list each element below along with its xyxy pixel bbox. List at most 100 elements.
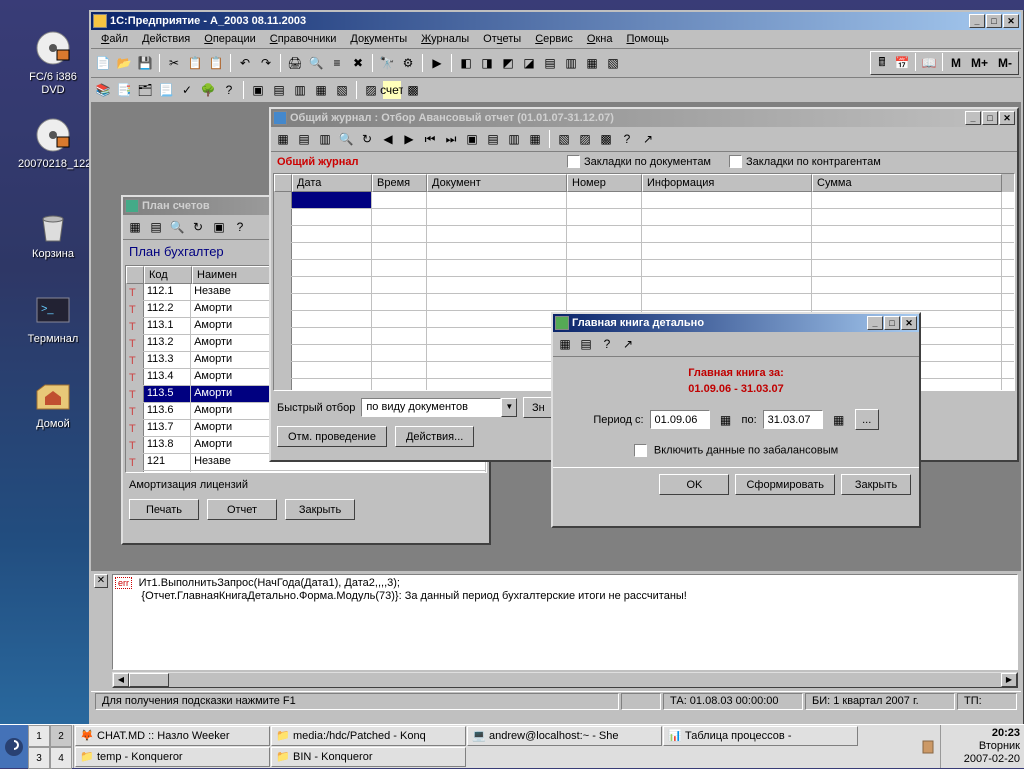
table-row[interactable]: Т121.1Незавершенное строительство: [126, 471, 486, 473]
tb2-a-icon[interactable]: ▣: [248, 80, 268, 100]
tb2-f-icon[interactable]: ▨: [361, 80, 381, 100]
jtb-help-icon[interactable]: ?: [617, 129, 637, 149]
tb2-h-icon[interactable]: ▩: [403, 80, 423, 100]
desktop-icon-screenshot[interactable]: 20070218_122959: [18, 115, 88, 171]
tb-delete-icon[interactable]: ✖: [348, 53, 368, 73]
book-ok-button[interactable]: OK: [659, 474, 729, 495]
close-button[interactable]: ✕: [1003, 14, 1019, 28]
book-titlebar[interactable]: Главная книга детально _ □ ✕: [553, 314, 919, 332]
jtb-first-icon[interactable]: ⏮: [420, 129, 440, 149]
table-row[interactable]: [274, 243, 1014, 260]
tb-print-icon[interactable]: 🖨: [285, 53, 305, 73]
menu-windows[interactable]: Окна: [581, 31, 619, 47]
tb-misc4-icon[interactable]: ◪: [519, 53, 539, 73]
period-browse-button[interactable]: ...: [855, 409, 879, 430]
tb-cut-icon[interactable]: ✂: [164, 53, 184, 73]
system-tray[interactable]: 20:23 Вторник 2007-02-20: [940, 725, 1024, 768]
tb2-e-icon[interactable]: ▧: [332, 80, 352, 100]
tb-preview-icon[interactable]: 🔍: [306, 53, 326, 73]
scroll-right-icon[interactable]: ▶: [1001, 673, 1017, 687]
close-button[interactable]: ✕: [999, 111, 1015, 125]
jtb-g-icon[interactable]: ▩: [596, 129, 616, 149]
plan-report-button[interactable]: Отчет: [207, 499, 277, 520]
menu-documents[interactable]: Документы: [344, 31, 413, 47]
tb-book-icon[interactable]: 📖: [919, 53, 939, 73]
menu-service[interactable]: Сервис: [529, 31, 579, 47]
period-from-input[interactable]: [650, 410, 710, 429]
plan-close-button[interactable]: Закрыть: [285, 499, 355, 520]
period-to-input[interactable]: [763, 410, 823, 429]
taskbar-task[interactable]: 📁BIN - Konqueror: [271, 747, 466, 767]
tb-calc-icon[interactable]: 🖩: [872, 53, 892, 73]
tb-memory-mplus[interactable]: M+: [966, 53, 993, 73]
maximize-button[interactable]: □: [982, 111, 998, 125]
tb2-tree-icon[interactable]: 🌳: [198, 80, 218, 100]
jtb-b-icon[interactable]: ▤: [483, 129, 503, 149]
desktop-icon-trash[interactable]: Корзина: [18, 205, 88, 261]
book-form-button[interactable]: Сформировать: [735, 474, 835, 495]
btb-help-icon[interactable]: ?: [597, 334, 617, 354]
jtb-d-icon[interactable]: ▦: [525, 129, 545, 149]
taskbar-task[interactable]: 💻andrew@localhost:~ - She: [467, 726, 662, 746]
clipboard-tray-icon[interactable]: [921, 739, 937, 755]
tb2-doc-icon[interactable]: 📃: [156, 80, 176, 100]
table-row[interactable]: [274, 192, 1014, 209]
table-row[interactable]: [274, 209, 1014, 226]
errorpanel-close-button[interactable]: ✕: [94, 574, 108, 588]
tb-undo-icon[interactable]: ↶: [235, 53, 255, 73]
error-panel[interactable]: err Ит1.ВыполнитьЗапрос(НачГода(Дата1), …: [112, 574, 1018, 670]
jtb-arrow-icon[interactable]: ↗: [638, 129, 658, 149]
jtb-c-icon[interactable]: ▥: [504, 129, 524, 149]
col-code[interactable]: Код: [144, 266, 192, 284]
tb-paste-icon[interactable]: 📋: [206, 53, 226, 73]
jcol-date[interactable]: Дата: [292, 174, 372, 192]
jtb-1-icon[interactable]: ▦: [273, 129, 293, 149]
jtb-find-icon[interactable]: 🔍: [336, 129, 356, 149]
tb-new-icon[interactable]: 📄: [93, 53, 113, 73]
main-titlebar[interactable]: 1С:Предприятие - А_2003 08.11.2003 _ □ ✕: [91, 12, 1021, 30]
scroll-left-icon[interactable]: ◀: [113, 673, 129, 687]
desktop-icon-dvd[interactable]: FC/6 i386 DVD: [18, 28, 88, 97]
chevron-down-icon[interactable]: ▼: [501, 398, 517, 417]
jcol-doc[interactable]: Документ: [427, 174, 567, 192]
taskbar-task[interactable]: 📁temp - Konqueror: [75, 747, 270, 767]
tb-open-icon[interactable]: 📂: [114, 53, 134, 73]
minimize-button[interactable]: _: [969, 14, 985, 28]
tb-redo-icon[interactable]: ↷: [256, 53, 276, 73]
jtb-3-icon[interactable]: ▥: [315, 129, 335, 149]
jtb-last-icon[interactable]: ⏭: [441, 129, 461, 149]
taskbar-task[interactable]: 📁media:/hdc/Patched - Konq: [271, 726, 466, 746]
tb2-form-icon[interactable]: 📑: [114, 80, 134, 100]
tb2-g-icon[interactable]: счет: [382, 80, 402, 100]
table-row[interactable]: [274, 260, 1014, 277]
calendar-from-icon[interactable]: ▦: [716, 410, 736, 430]
tb-tool-icon[interactable]: ⚙: [398, 53, 418, 73]
tb-misc1-icon[interactable]: ◧: [456, 53, 476, 73]
check-contr-bookmarks[interactable]: [729, 155, 742, 168]
tb-misc8-icon[interactable]: ▧: [603, 53, 623, 73]
tb-save-icon[interactable]: 💾: [135, 53, 155, 73]
tb-copy-icon[interactable]: 📋: [185, 53, 205, 73]
tb-misc3-icon[interactable]: ◩: [498, 53, 518, 73]
jtb-e-icon[interactable]: ▧: [554, 129, 574, 149]
ptb-help-icon[interactable]: ?: [230, 217, 250, 237]
table-row[interactable]: [274, 294, 1014, 311]
ptb-1-icon[interactable]: ▦: [125, 217, 145, 237]
tb-misc5-icon[interactable]: ▤: [540, 53, 560, 73]
jtb-next-icon[interactable]: ▶: [399, 129, 419, 149]
minimize-button[interactable]: _: [965, 111, 981, 125]
btb-2-icon[interactable]: ▤: [576, 334, 596, 354]
tb-misc6-icon[interactable]: ▥: [561, 53, 581, 73]
tb2-d-icon[interactable]: ▦: [311, 80, 331, 100]
ptb-find-icon[interactable]: 🔍: [167, 217, 187, 237]
actions-button[interactable]: Действия...: [395, 426, 474, 447]
table-row[interactable]: [274, 226, 1014, 243]
close-button[interactable]: ✕: [901, 316, 917, 330]
tb2-c-icon[interactable]: ▥: [290, 80, 310, 100]
journal-titlebar[interactable]: Общий журнал : Отбор Авансовый отчет (01…: [271, 109, 1017, 127]
tb-memory-m[interactable]: M: [946, 53, 966, 73]
jtb-prev-icon[interactable]: ◀: [378, 129, 398, 149]
menu-file[interactable]: Файл: [95, 31, 134, 47]
desktop-icon-home[interactable]: Домой: [18, 375, 88, 431]
tb-memory-mminus[interactable]: M-: [993, 53, 1017, 73]
